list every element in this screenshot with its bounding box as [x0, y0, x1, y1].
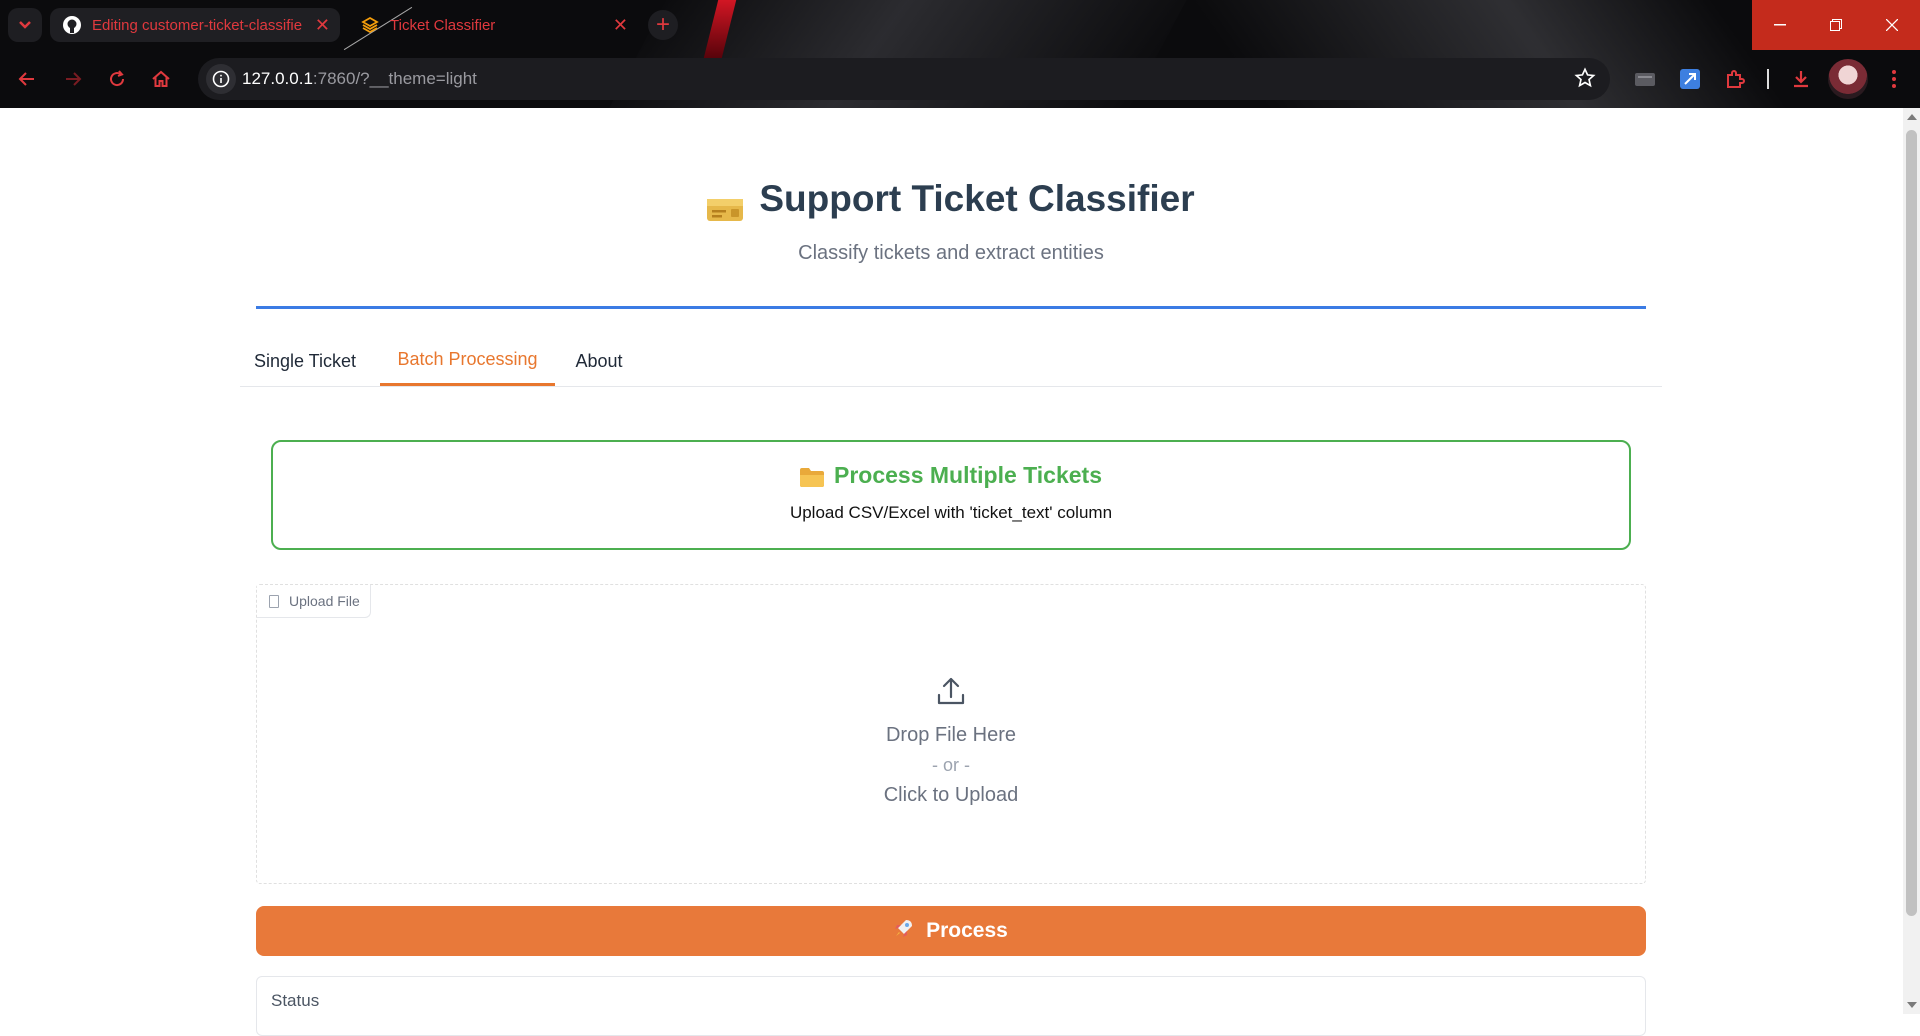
ticket-icon — [707, 188, 744, 221]
restore-icon[interactable] — [1808, 0, 1864, 50]
rocket-icon — [894, 918, 914, 944]
close-tab-icon[interactable]: ✕ — [613, 15, 628, 35]
page-title: Support Ticket Classifier — [256, 178, 1646, 221]
tab-single-ticket[interactable]: Single Ticket — [240, 336, 370, 386]
tab-batch-processing[interactable]: Batch Processing — [380, 336, 555, 386]
status-output: Status — [256, 976, 1646, 1036]
drop-file-text: Drop File Here — [885, 724, 1017, 746]
browser-tab-ticket-classifier[interactable]: Ticket Classifier ✕ — [348, 8, 638, 42]
folder-icon — [799, 466, 824, 487]
scroll-down-icon[interactable] — [1907, 1002, 1917, 1008]
download-icon[interactable] — [1786, 64, 1816, 94]
home-icon[interactable] — [146, 64, 176, 94]
or-text: - or - — [932, 755, 970, 775]
profile-avatar[interactable] — [1828, 59, 1868, 99]
window-controls — [1752, 0, 1920, 50]
scroll-up-icon[interactable] — [1907, 114, 1917, 120]
process-button[interactable]: Process — [256, 906, 1646, 956]
address-bar[interactable]: 127.0.0.1:7860/?__theme=light — [198, 58, 1610, 100]
menu-kebab-icon[interactable] — [1882, 64, 1906, 94]
upload-file-label: Upload File — [257, 585, 371, 618]
extension-icon-2[interactable] — [1675, 64, 1705, 94]
browser-tab-github[interactable]: Editing customer-ticket-classifier ✕ — [50, 8, 340, 42]
close-window-icon[interactable] — [1864, 0, 1920, 50]
tab-title: Ticket Classifier — [390, 16, 496, 34]
bookmark-star-icon[interactable] — [1574, 67, 1596, 94]
close-tab-icon[interactable]: ✕ — [315, 15, 330, 35]
batch-info-title: Process Multiple Tickets — [273, 462, 1629, 489]
file-upload-dropzone[interactable]: Upload File Drop File Here - or - Click … — [256, 584, 1646, 884]
gradio-icon — [360, 15, 380, 35]
extensions-puzzle-icon[interactable] — [1720, 64, 1750, 94]
tab-search-button[interactable] — [8, 8, 42, 42]
dropzone-prompt: Drop File Here - or - Click to Upload — [257, 675, 1645, 807]
tab-about[interactable]: About — [565, 336, 633, 386]
new-tab-button[interactable]: + — [648, 10, 678, 40]
page-title-text: Support Ticket Classifier — [759, 178, 1195, 219]
page-content: Support Ticket Classifier Classify ticke… — [0, 108, 1903, 1036]
minimize-icon[interactable] — [1752, 0, 1808, 50]
status-label: Status — [271, 991, 320, 1010]
back-icon[interactable] — [12, 64, 42, 94]
click-to-upload-text[interactable]: Click to Upload — [257, 784, 1645, 807]
app-header: Support Ticket Classifier Classify ticke… — [256, 178, 1646, 265]
forward-icon[interactable] — [58, 64, 88, 94]
reload-icon[interactable] — [102, 64, 132, 94]
chevron-down-icon — [19, 21, 31, 29]
scrollbar-thumb[interactable] — [1906, 130, 1917, 916]
github-icon — [62, 15, 82, 35]
upload-icon — [937, 677, 965, 705]
page-scrollbar[interactable] — [1903, 108, 1920, 1014]
batch-info-box: Process Multiple Tickets Upload CSV/Exce… — [271, 440, 1631, 550]
site-info-icon[interactable] — [206, 64, 236, 94]
extension-icon-1[interactable] — [1630, 64, 1660, 94]
file-icon — [269, 594, 279, 608]
tab-title: Editing customer-ticket-classifier — [92, 16, 302, 34]
page-subtitle: Classify tickets and extract entities — [798, 242, 1104, 264]
tab-bar: Single Ticket Batch Processing About — [240, 336, 1662, 387]
header-divider — [256, 306, 1646, 309]
batch-info-text: Upload CSV/Excel with 'ticket_text' colu… — [789, 503, 1113, 522]
browser-chrome: Editing customer-ticket-classifier ✕ Tic… — [0, 0, 1920, 108]
url-text: 127.0.0.1:7860/?__theme=light — [242, 69, 477, 88]
